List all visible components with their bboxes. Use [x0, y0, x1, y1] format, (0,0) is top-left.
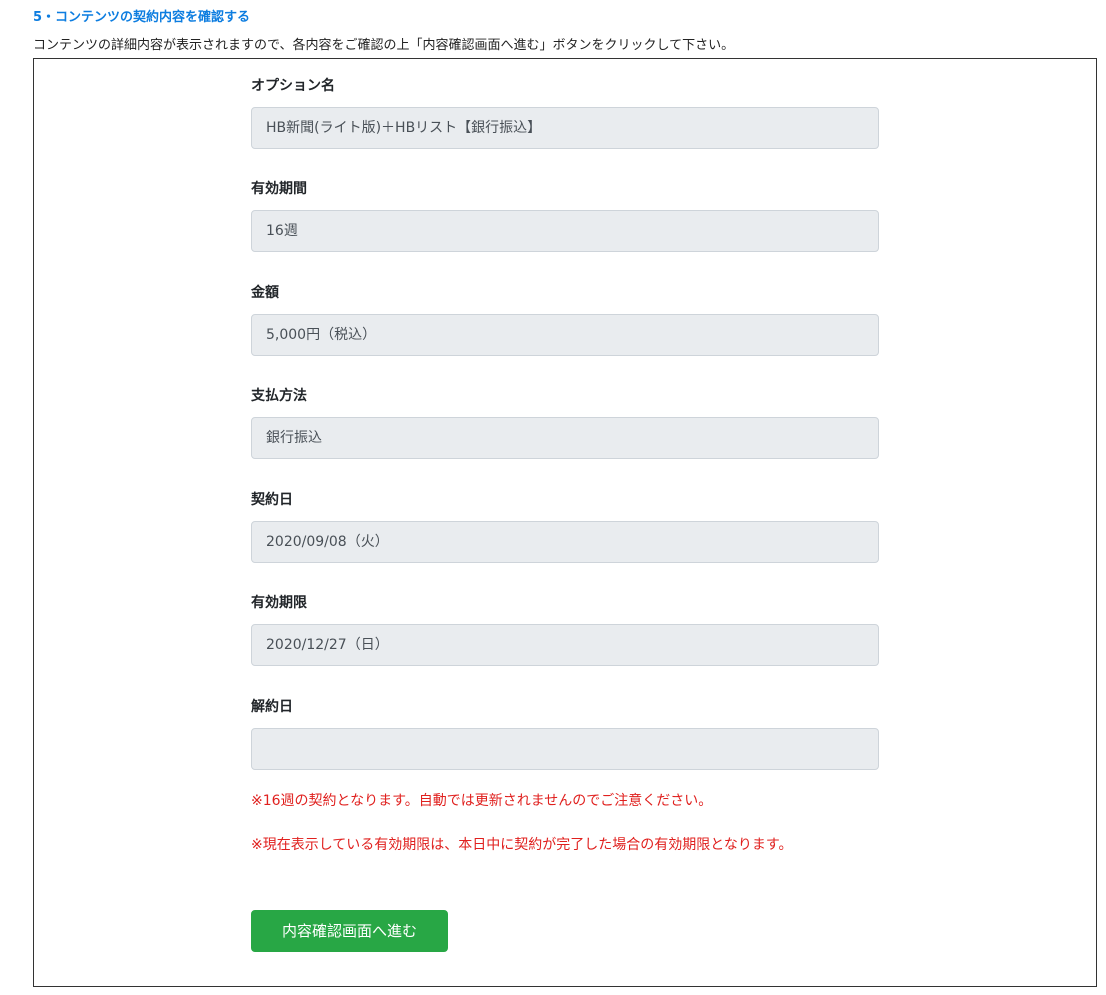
contract-date-label: 契約日	[251, 492, 293, 508]
section-description: コンテンツの詳細内容が表示されますので、各内容をご確認の上「内容確認画面へ進む」…	[33, 38, 735, 53]
proceed-to-confirmation-button[interactable]: 内容確認画面へ進む	[251, 910, 448, 952]
validity-period-field: 16週	[251, 210, 879, 252]
section-heading: 5・コンテンツの契約内容を確認する	[33, 10, 251, 25]
expiry-date-field: 2020/12/27（日）	[251, 624, 879, 666]
amount-field: 5,000円（税込）	[251, 314, 879, 356]
cancellation-date-label: 解約日	[251, 699, 293, 715]
option-name-label: オプション名	[251, 78, 335, 94]
auto-renewal-notice: ※16週の契約となります。自動では更新されませんのでご注意ください。	[251, 793, 713, 809]
validity-period-label: 有効期間	[251, 181, 307, 197]
expiry-date-label: 有効期限	[251, 595, 307, 611]
cancellation-date-field	[251, 728, 879, 770]
amount-label: 金額	[251, 285, 279, 301]
payment-method-field: 銀行振込	[251, 417, 879, 459]
payment-method-label: 支払方法	[251, 388, 307, 404]
expiry-notice: ※現在表示している有効期限は、本日中に契約が完了した場合の有効期限となります。	[251, 837, 793, 853]
option-name-field: HB新聞(ライト版)＋HBリスト【銀行振込】	[251, 107, 879, 149]
contract-date-field: 2020/09/08（火）	[251, 521, 879, 563]
